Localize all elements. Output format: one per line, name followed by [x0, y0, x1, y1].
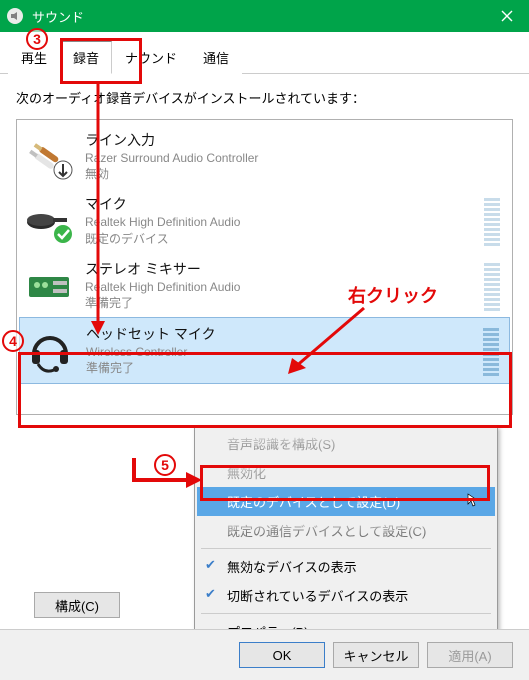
soundcard-icon	[23, 259, 75, 311]
device-status: 準備完了	[86, 360, 477, 376]
context-menu: 音声認識を構成(S) 無効化 既定のデバイスとして設定(D) 既定の通信デバイス…	[194, 426, 498, 649]
window-title: サウンド	[32, 7, 523, 26]
ctx-show-disabled[interactable]: 無効なデバイスの表示	[197, 552, 495, 581]
level-meter	[484, 259, 500, 311]
apply-button[interactable]: 適用(A)	[427, 642, 513, 668]
ok-button[interactable]: OK	[239, 642, 325, 668]
device-controller: Wireless Controller	[86, 344, 477, 360]
tab-recording[interactable]: 録音	[60, 41, 112, 74]
device-status: 準備完了	[85, 295, 478, 311]
device-row-line-in[interactable]: ライン入力 Razer Surround Audio Controller 無効	[19, 124, 510, 188]
mic-icon	[23, 194, 75, 246]
tab-communications[interactable]: 通信	[190, 41, 242, 74]
close-button[interactable]	[485, 0, 529, 32]
tab-sounds[interactable]: ナウンド	[112, 41, 190, 74]
dialog-buttons: OK キャンセル 適用(A)	[0, 629, 529, 680]
device-controller: Razer Surround Audio Controller	[85, 150, 506, 166]
ctx-disable[interactable]: 無効化	[197, 458, 495, 487]
ctx-set-default[interactable]: 既定のデバイスとして設定(D)	[197, 487, 495, 516]
device-row-headset-mic[interactable]: ヘッドセット マイク Wireless Controller 準備完了	[19, 317, 510, 383]
sound-icon	[6, 7, 24, 25]
intro-text: 次のオーディオ録音デバイスがインストールされています：	[16, 88, 513, 107]
device-name: ステレオ ミキサー	[85, 259, 478, 279]
level-meter	[484, 194, 500, 246]
cursor-icon	[467, 493, 481, 507]
device-name: ライン入力	[85, 130, 506, 150]
ctx-configure-speech[interactable]: 音声認識を構成(S)	[197, 429, 495, 458]
device-name: ヘッドセット マイク	[86, 324, 477, 344]
cancel-button[interactable]: キャンセル	[333, 642, 419, 668]
annotation-arrow-l	[124, 456, 204, 496]
line-in-icon	[23, 130, 75, 182]
device-controller: Realtek High Definition Audio	[85, 214, 478, 230]
configure-button[interactable]: 構成(C)	[34, 592, 120, 618]
tab-playback[interactable]: 再生	[8, 41, 60, 74]
device-name: マイク	[85, 194, 478, 214]
device-controller: Realtek High Definition Audio	[85, 279, 478, 295]
headset-icon	[24, 324, 76, 376]
device-status: 既定のデバイス	[85, 231, 478, 247]
separator	[201, 548, 491, 549]
device-list: ライン入力 Razer Surround Audio Controller 無効…	[16, 119, 513, 415]
ctx-set-default-label: 既定のデバイスとして設定(D)	[227, 495, 400, 510]
level-meter	[483, 324, 499, 376]
device-row-stereo-mix[interactable]: ステレオ ミキサー Realtek High Definition Audio …	[19, 253, 510, 317]
separator	[201, 613, 491, 614]
annotation-5: 5	[154, 454, 176, 476]
ctx-set-comm[interactable]: 既定の通信デバイスとして設定(C)	[197, 516, 495, 545]
device-row-mic[interactable]: マイク Realtek High Definition Audio 既定のデバイ…	[19, 188, 510, 252]
tab-bar: 再生 録音 ナウンド 通信	[0, 32, 529, 74]
ctx-show-disconnected[interactable]: 切断されているデバイスの表示	[197, 581, 495, 610]
device-status: 無効	[85, 166, 506, 182]
titlebar: サウンド	[0, 0, 529, 32]
